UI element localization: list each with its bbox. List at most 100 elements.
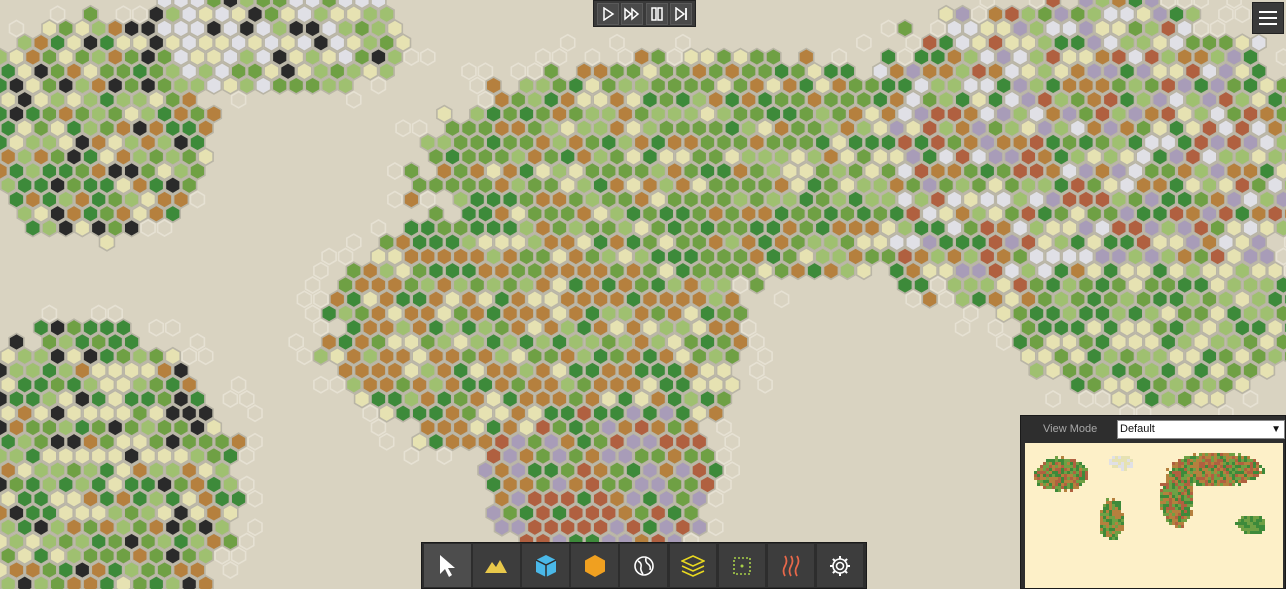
terrain-tile[interactable] <box>82 403 99 423</box>
terrain-tile[interactable] <box>49 432 66 452</box>
terrain-tile[interactable] <box>65 460 83 480</box>
terrain-tile[interactable] <box>1127 104 1144 124</box>
terrain-tile[interactable] <box>353 303 371 324</box>
terrain-tile[interactable] <box>526 204 544 224</box>
terrain-tile[interactable] <box>164 118 181 138</box>
terrain-tile[interactable] <box>765 189 782 210</box>
terrain-tile[interactable] <box>189 161 206 181</box>
terrain-tile[interactable] <box>304 18 321 38</box>
terrain-tile[interactable] <box>526 432 544 452</box>
terrain-tile[interactable] <box>436 161 453 181</box>
terrain-tile[interactable] <box>921 147 938 167</box>
terrain-tile[interactable] <box>1044 161 1062 181</box>
terrain-tile[interactable] <box>123 161 140 181</box>
terrain-tile[interactable] <box>691 489 708 509</box>
terrain-tile[interactable] <box>1225 76 1243 95</box>
terrain-tile[interactable] <box>65 33 83 53</box>
terrain-tile[interactable] <box>510 204 527 224</box>
terrain-tile[interactable] <box>1028 47 1045 67</box>
terrain-tile[interactable] <box>1069 318 1086 338</box>
terrain-tile[interactable] <box>493 375 511 395</box>
terrain-tile[interactable] <box>1135 33 1152 53</box>
terrain-tile[interactable] <box>337 275 354 295</box>
terrain-tile[interactable] <box>937 232 955 252</box>
terrain-tile[interactable] <box>246 61 264 81</box>
terrain-tile[interactable] <box>205 76 223 95</box>
terrain-tile[interactable] <box>1003 175 1021 195</box>
terrain-tile[interactable] <box>715 76 733 95</box>
terrain-tile[interactable] <box>123 332 140 352</box>
terrain-tile[interactable] <box>82 175 99 195</box>
hex-tool-button[interactable] <box>571 544 618 587</box>
terrain-tile[interactable] <box>1225 104 1243 124</box>
terrain-tile[interactable] <box>1234 147 1251 167</box>
terrain-tile[interactable] <box>798 189 815 210</box>
terrain-tile[interactable] <box>90 560 107 580</box>
terrain-tile[interactable] <box>806 232 823 252</box>
terrain-tile[interactable] <box>345 318 363 338</box>
terrain-tile[interactable] <box>600 218 618 238</box>
terrain-tile[interactable] <box>296 33 313 53</box>
terrain-tile[interactable] <box>1003 204 1021 224</box>
terrain-tile[interactable] <box>1201 33 1218 53</box>
terrain-tile[interactable] <box>584 189 601 210</box>
terrain-tile[interactable] <box>115 346 132 366</box>
terrain-tile[interactable] <box>575 90 593 110</box>
terrain-tile[interactable] <box>74 47 91 67</box>
terrain-tile[interactable] <box>361 61 379 81</box>
terrain-tile[interactable] <box>798 76 815 95</box>
terrain-tile[interactable] <box>559 375 576 395</box>
terrain-tile[interactable] <box>1151 346 1169 366</box>
terrain-tile[interactable] <box>98 204 116 224</box>
terrain-tile[interactable] <box>798 246 815 267</box>
terrain-tile[interactable] <box>115 460 132 480</box>
terrain-tile[interactable] <box>1135 346 1152 366</box>
terrain-tile[interactable] <box>1110 275 1128 295</box>
terrain-tile[interactable] <box>526 346 544 366</box>
terrain-tile[interactable] <box>526 318 544 338</box>
terrain-tile[interactable] <box>403 161 420 181</box>
terrain-tile[interactable] <box>115 90 132 110</box>
terrain-tile[interactable] <box>798 47 815 67</box>
terrain-tile[interactable] <box>115 517 132 537</box>
terrain-tile[interactable] <box>8 532 25 551</box>
terrain-tile[interactable] <box>896 218 914 238</box>
terrain-tile[interactable] <box>658 460 675 480</box>
terrain-tile[interactable] <box>641 90 659 110</box>
terrain-tile[interactable] <box>863 218 881 238</box>
terrain-tile[interactable] <box>1201 204 1218 224</box>
terrain-tile[interactable] <box>1118 232 1136 252</box>
terrain-tile[interactable] <box>271 76 288 95</box>
terrain-tile[interactable] <box>1225 189 1243 210</box>
terrain-tile[interactable] <box>707 147 725 167</box>
terrain-tile[interactable] <box>1267 318 1284 338</box>
terrain-tile[interactable] <box>723 261 741 281</box>
terrain-tile[interactable] <box>1102 289 1119 309</box>
terrain-tile[interactable] <box>682 76 700 95</box>
terrain-tile[interactable] <box>551 275 568 295</box>
terrain-tile[interactable] <box>49 517 66 537</box>
terrain-tile[interactable] <box>49 460 66 480</box>
terrain-tile[interactable] <box>575 61 593 81</box>
terrain-tile[interactable] <box>740 61 757 81</box>
terrain-tile[interactable] <box>970 147 988 167</box>
terrain-tile[interactable] <box>954 261 971 281</box>
terrain-tile[interactable] <box>115 61 132 81</box>
terrain-tile[interactable] <box>1053 204 1070 224</box>
terrain-tile[interactable] <box>279 4 297 24</box>
terrain-tile[interactable] <box>172 104 190 124</box>
terrain-tile[interactable] <box>394 403 412 423</box>
terrain-tile[interactable] <box>863 104 881 124</box>
terrain-tile[interactable] <box>1234 33 1251 53</box>
terrain-tile[interactable] <box>189 474 206 495</box>
terrain-tile[interactable] <box>452 132 469 153</box>
terrain-tile[interactable] <box>24 389 42 409</box>
terrain-tile[interactable] <box>1176 332 1193 352</box>
terrain-tile[interactable] <box>386 275 404 295</box>
terrain-tile[interactable] <box>962 76 980 95</box>
terrain-tile[interactable] <box>649 303 667 324</box>
terrain-tile[interactable] <box>1176 104 1193 124</box>
terrain-tile[interactable] <box>1118 346 1136 366</box>
terrain-tile[interactable] <box>0 346 17 366</box>
terrain-tile[interactable] <box>1267 90 1284 110</box>
